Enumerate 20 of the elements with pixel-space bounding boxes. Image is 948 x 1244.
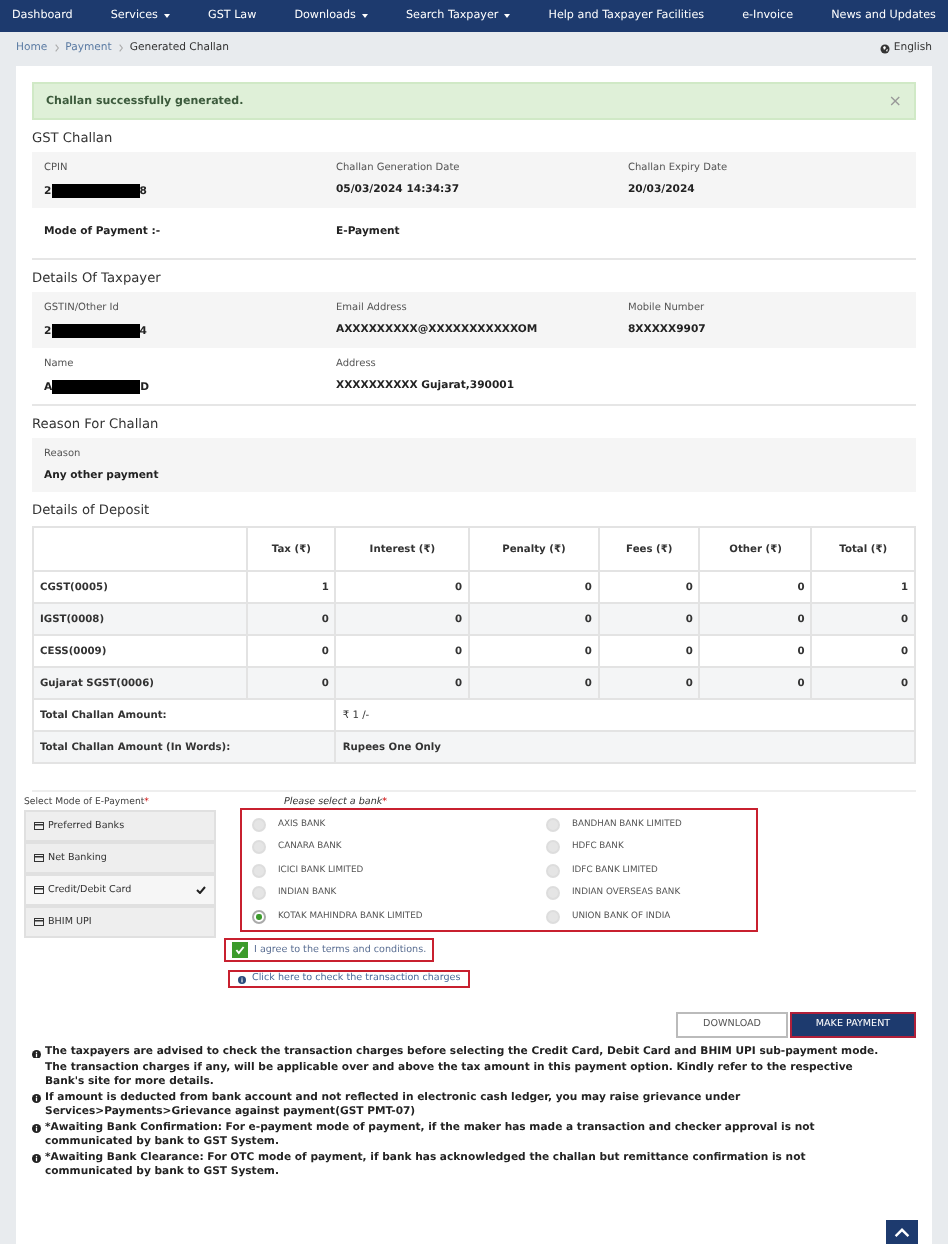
info-icon xyxy=(32,1094,41,1104)
check-icon xyxy=(196,886,206,894)
caret-icon xyxy=(163,14,170,18)
separator-icon xyxy=(53,44,60,52)
scroll-top-button[interactable] xyxy=(886,1220,918,1244)
info-icon xyxy=(32,1049,41,1059)
card-icon xyxy=(34,822,44,830)
checkbox[interactable] xyxy=(232,942,248,959)
caret-icon xyxy=(504,14,511,18)
radio-button[interactable] xyxy=(252,909,266,924)
chevron-up-icon xyxy=(894,1227,910,1237)
card-icon xyxy=(34,854,44,862)
separator-icon xyxy=(117,44,124,52)
card-icon xyxy=(34,886,44,894)
info-icon xyxy=(238,975,246,984)
card-icon xyxy=(34,918,44,926)
globe-icon xyxy=(879,43,890,53)
info-icon xyxy=(32,1154,41,1164)
caret-icon xyxy=(361,14,368,18)
info-icon xyxy=(32,1124,41,1134)
